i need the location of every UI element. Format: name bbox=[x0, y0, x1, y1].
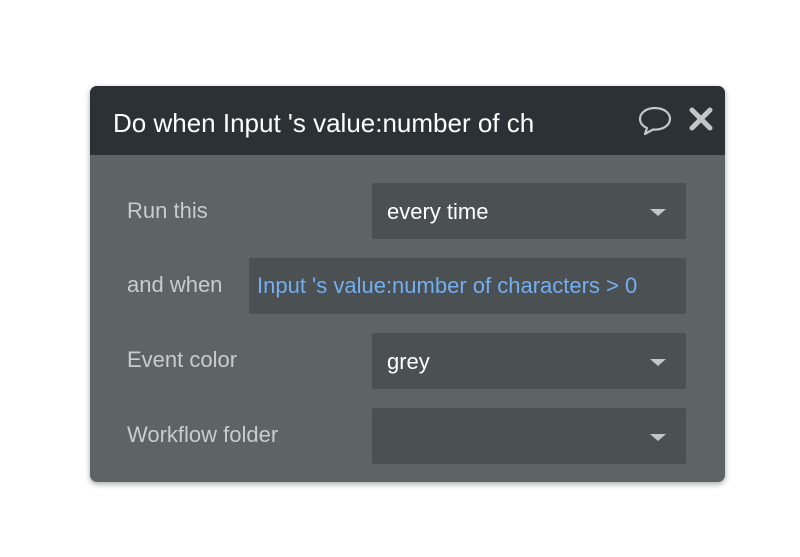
chevron-down-icon bbox=[650, 359, 666, 366]
comment-icon[interactable] bbox=[637, 105, 673, 137]
chevron-down-icon bbox=[650, 434, 666, 441]
condition-expression-text: Input 's value:number of characters > 0 bbox=[257, 273, 638, 298]
close-icon[interactable] bbox=[688, 106, 714, 132]
workflow-folder-dropdown[interactable] bbox=[372, 408, 686, 464]
event-color-label: Event color bbox=[127, 347, 238, 372]
panel-header: Do when Input 's value:number of ch bbox=[90, 86, 725, 155]
event-title[interactable]: Do when Input 's value:number of ch bbox=[113, 86, 558, 158]
chevron-down-icon bbox=[650, 209, 666, 216]
event-editor-panel: Do when Input 's value:number of ch Run … bbox=[90, 86, 725, 482]
run-this-value: every time bbox=[387, 199, 489, 224]
workflow-folder-label: Workflow folder bbox=[127, 422, 279, 447]
condition-expression-field[interactable]: Input 's value:number of characters > 0 bbox=[249, 258, 686, 314]
event-color-dropdown[interactable]: grey bbox=[372, 333, 686, 389]
event-color-value: grey bbox=[387, 349, 430, 374]
and-when-label: and when bbox=[127, 272, 223, 297]
run-this-label: Run this bbox=[127, 198, 208, 223]
run-this-dropdown[interactable]: every time bbox=[372, 183, 686, 239]
